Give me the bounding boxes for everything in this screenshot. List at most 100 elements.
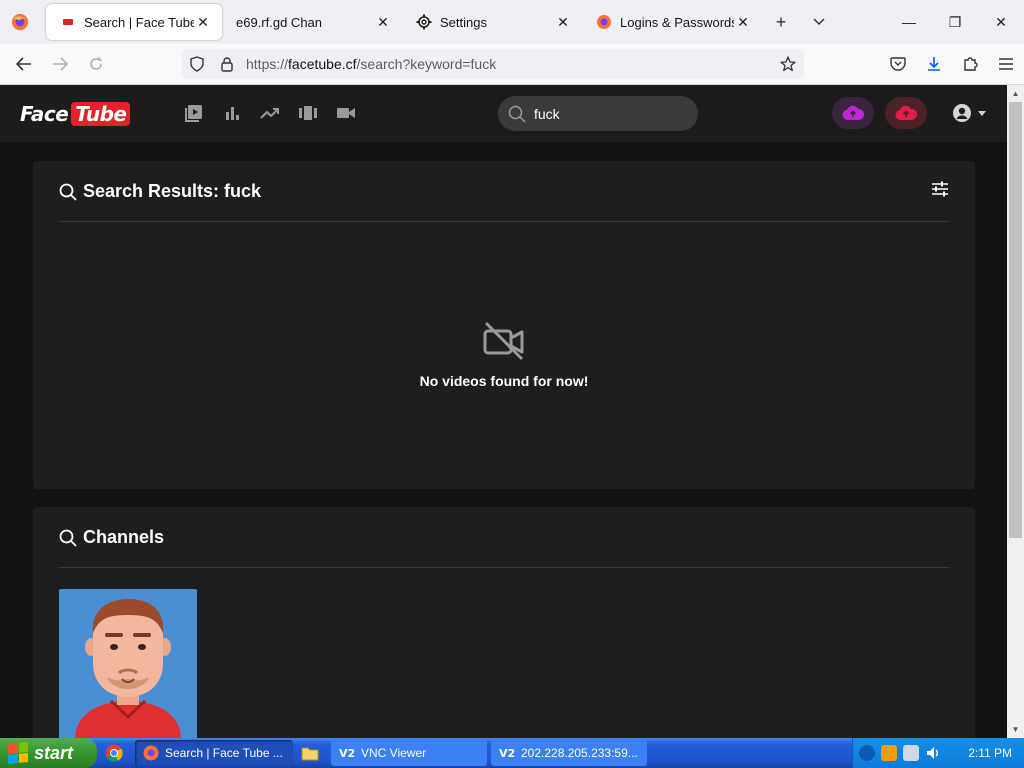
cloud-upload-icon	[895, 105, 917, 121]
taskbar-item-firefox[interactable]: Search | Face Tube ...	[135, 740, 293, 766]
facetube-logo[interactable]: Face Tube	[20, 101, 131, 127]
tab-settings[interactable]: Settings ✕	[402, 4, 582, 40]
new-tab-plus-icon[interactable]: +	[762, 0, 800, 44]
tab-e69-chan[interactable]: e69.rf.gd Chan ✕	[222, 4, 402, 40]
firefox-menu-icon[interactable]	[0, 0, 40, 44]
video-library-icon[interactable]	[184, 103, 204, 123]
logo-part-tube: Tube	[71, 102, 131, 126]
search-results-title: Search Results: fuck	[83, 181, 262, 201]
url-path: /search?keyword=fuck	[356, 56, 497, 72]
videocam-off-icon	[33, 321, 975, 361]
search-results-heading: Search Results: fuck	[59, 181, 261, 202]
start-button[interactable]: start	[0, 738, 97, 768]
task-label: VNC Viewer	[361, 746, 427, 760]
facetube-page: FaceTube Search Results: fuck	[0, 85, 1007, 738]
trending-icon[interactable]	[260, 103, 280, 123]
scroll-down-arrow-icon[interactable]: ▼	[1007, 721, 1024, 738]
start-label: start	[34, 742, 74, 763]
chrome-quicklaunch-icon[interactable]	[97, 744, 131, 762]
forward-arrow-icon[interactable]	[42, 57, 78, 71]
user-avatar-icon	[953, 104, 971, 122]
header-nav-icons	[184, 103, 356, 123]
vnc-icon: V2	[499, 747, 515, 760]
channels-card: Channels	[33, 507, 975, 738]
extensions-puzzle-icon[interactable]	[952, 44, 988, 84]
bar-chart-icon[interactable]	[222, 103, 242, 123]
svg-text:V2: V2	[339, 747, 355, 760]
windows-taskbar: start Search | Face Tube ... V2 VNC View…	[0, 738, 1024, 768]
reload-icon[interactable]	[78, 56, 114, 72]
page-scrollbar[interactable]: ▲ ▼	[1007, 85, 1024, 738]
svg-text:V2: V2	[499, 747, 515, 760]
close-tab-icon[interactable]: ✕	[554, 13, 572, 31]
gear-icon	[416, 14, 432, 30]
window-controls: — ❐ ✕	[886, 0, 1024, 44]
speaker-tray-icon[interactable]	[925, 745, 941, 761]
close-tab-icon[interactable]: ✕	[734, 13, 752, 31]
search-icon	[59, 529, 77, 547]
caret-down-icon	[978, 110, 986, 116]
tab-title: Search | Face Tube	[84, 14, 194, 30]
search-input[interactable]	[534, 105, 684, 122]
folder-quicklaunch-icon[interactable]	[293, 745, 327, 761]
search-icon	[59, 183, 77, 201]
back-arrow-icon[interactable]	[6, 57, 42, 71]
site-search-box	[498, 96, 698, 131]
network-tray-icon[interactable]	[859, 745, 875, 761]
tab-search-face-tube[interactable]: Search | Face Tube ✕	[46, 4, 222, 40]
firefox-favicon-icon	[596, 14, 612, 30]
restore-icon[interactable]: ❐	[932, 0, 978, 44]
upload-button-red[interactable]	[885, 97, 927, 129]
scroll-up-arrow-icon[interactable]: ▲	[1007, 85, 1024, 102]
close-tab-icon[interactable]: ✕	[194, 13, 212, 31]
address-bar[interactable]: https://facetube.cf/search?keyword=fuck	[182, 49, 804, 79]
minimize-icon[interactable]: —	[886, 0, 932, 44]
taskbar-clock: 2:11 PM	[968, 746, 1012, 760]
close-window-icon[interactable]: ✕	[978, 0, 1024, 44]
facetube-favicon-icon	[60, 14, 76, 30]
windows-flag-icon	[8, 741, 28, 765]
lock-icon[interactable]	[212, 56, 242, 72]
browser-tab-strip: Search | Face Tube ✕ e69.rf.gd Chan ✕ Se…	[0, 0, 1024, 44]
carousel-icon[interactable]	[298, 103, 318, 123]
empty-state: No videos found for now!	[33, 321, 975, 389]
search-results-card: Search Results: fuck No videos found for…	[33, 161, 975, 489]
filter-sliders-icon[interactable]	[931, 181, 949, 202]
system-tray: 2:11 PM	[852, 738, 1024, 768]
firefox-icon	[143, 745, 159, 761]
avatar-illustration-icon	[75, 599, 181, 738]
no-videos-message: No videos found for now!	[419, 373, 589, 389]
close-tab-icon[interactable]: ✕	[374, 13, 392, 31]
taskbar-item-vnc-viewer[interactable]: V2 VNC Viewer	[331, 740, 487, 766]
task-label: 202.228.205.233:59...	[521, 746, 638, 760]
tab-logins-passwords[interactable]: Logins & Passwords ✕	[582, 4, 762, 40]
downloads-icon[interactable]	[916, 44, 952, 84]
divider	[59, 221, 949, 222]
display-tray-icon[interactable]	[903, 745, 919, 761]
scrollbar-thumb[interactable]	[1009, 102, 1022, 538]
pocket-icon[interactable]	[880, 44, 916, 84]
user-menu-button[interactable]	[952, 103, 986, 123]
hamburger-menu-icon[interactable]	[988, 44, 1024, 84]
list-all-tabs-chevron-icon[interactable]	[800, 0, 838, 44]
site-header: Face Tube	[0, 85, 1007, 142]
logo-part-face: Face	[20, 102, 69, 126]
vnc-icon: V2	[339, 747, 355, 760]
channel-avatar[interactable]	[59, 589, 197, 738]
tab-title: Logins & Passwords	[620, 14, 734, 30]
taskbar-item-vnc-session[interactable]: V2 202.228.205.233:59...	[491, 740, 647, 766]
cloud-upload-icon	[842, 105, 864, 121]
bookmark-star-icon[interactable]	[772, 56, 804, 72]
tracking-shield-icon[interactable]	[182, 56, 212, 72]
channels-heading: Channels	[59, 527, 164, 548]
tab-title: e69.rf.gd Chan	[236, 14, 323, 30]
upload-video-button[interactable]	[832, 97, 874, 129]
url-domain: facetube.cf	[288, 56, 357, 72]
search-icon[interactable]	[508, 105, 526, 123]
videocam-icon[interactable]	[336, 103, 356, 123]
url-text: https://facetube.cf/search?keyword=fuck	[246, 56, 496, 72]
security-tray-icon[interactable]	[881, 745, 897, 761]
navigation-toolbar: https://facetube.cf/search?keyword=fuck	[0, 44, 1024, 85]
channels-title: Channels	[83, 527, 165, 547]
tab-title: Settings	[440, 14, 487, 30]
